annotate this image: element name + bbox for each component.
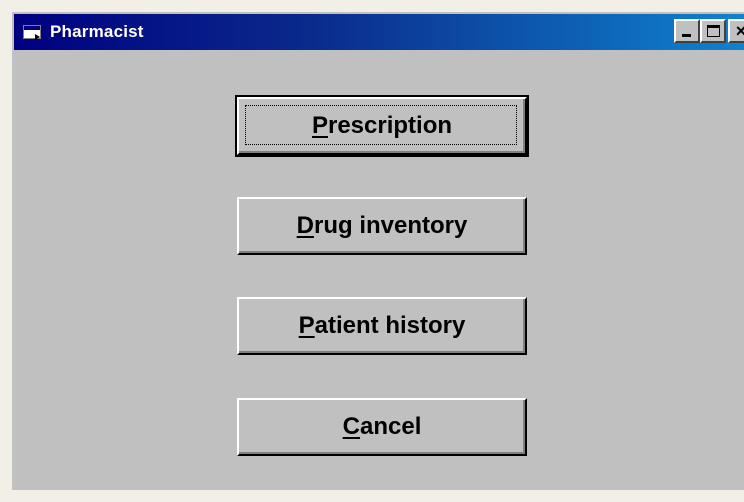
close-icon: × <box>735 21 744 41</box>
minimize-button[interactable] <box>674 19 700 43</box>
maximize-icon <box>706 25 720 37</box>
drug-inventory-button-label: Drug inventory <box>296 212 468 239</box>
prescription-button-label: Prescription <box>311 112 453 139</box>
cancel-button[interactable]: Cancel <box>237 398 527 456</box>
patient-history-button-label: Patient history <box>298 312 466 339</box>
drug-inventory-button[interactable]: Drug inventory <box>237 197 527 255</box>
close-button[interactable]: × <box>728 19 744 43</box>
minimize-icon <box>682 34 691 37</box>
application-window-icon[interactable] <box>22 22 44 42</box>
window-controls: × <box>674 19 744 43</box>
patient-history-button[interactable]: Patient history <box>237 297 527 355</box>
title-bar[interactable]: Pharmacist × <box>14 14 744 50</box>
window-title: Pharmacist <box>50 22 144 41</box>
prescription-button[interactable]: Prescription <box>235 95 529 157</box>
maximize-button[interactable] <box>700 19 726 43</box>
cancel-button-label: Cancel <box>342 413 422 440</box>
